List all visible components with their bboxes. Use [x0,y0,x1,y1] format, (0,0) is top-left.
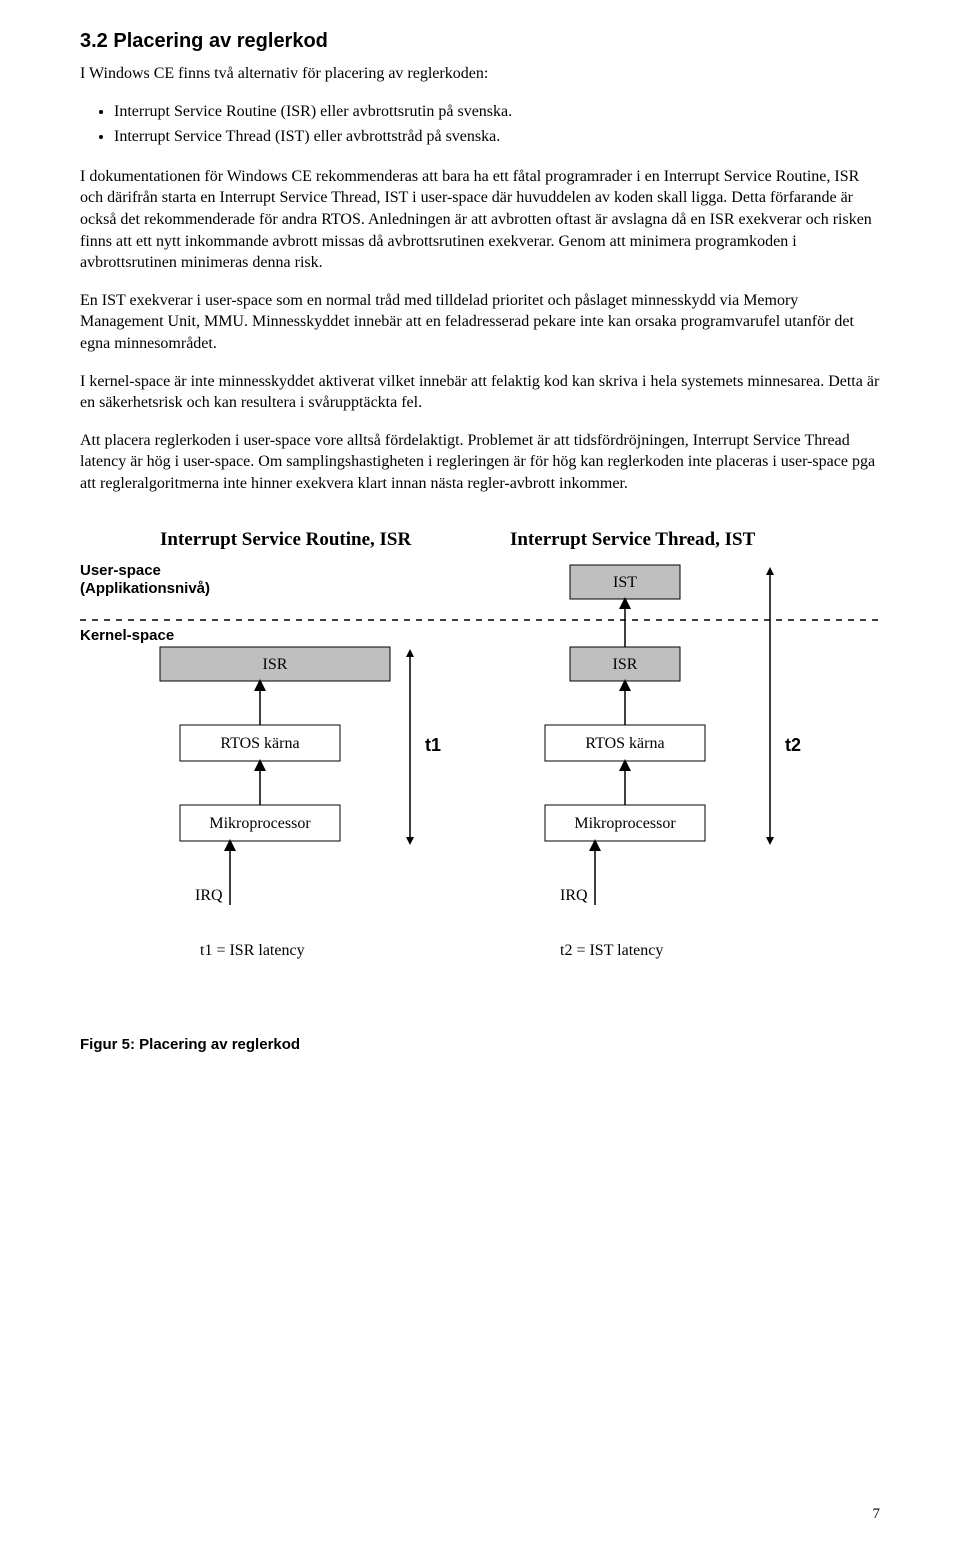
t2-label: t2 [785,735,801,755]
list-item: Interrupt Service Routine (ISR) eller av… [114,101,880,123]
rtos-left-label: RTOS kärna [220,735,299,752]
irq-right-label: IRQ [560,887,588,904]
isr-box-right-label: ISR [613,656,638,673]
isr-box-left-label: ISR [263,656,288,673]
body-paragraph: Att placera reglerkoden i user-space vor… [80,430,880,495]
irq-left-label: IRQ [195,887,223,904]
body-paragraph: I dokumentationen för Windows CE rekomme… [80,166,880,274]
user-space-sublabel: (Applikationsnivå) [80,580,210,597]
kernel-space-label: Kernel-space [80,627,174,644]
intro-paragraph: I Windows CE finns två alternativ för pl… [80,63,880,85]
section-heading: 3.2 Placering av reglerkod [80,28,880,55]
diagram-svg: Interrupt Service Routine, ISR Interrupt… [80,525,880,1005]
user-space-label: User-space [80,562,161,579]
left-column-title: Interrupt Service Routine, ISR [160,529,411,550]
micro-left-label: Mikroprocessor [209,815,311,832]
rtos-right-label: RTOS kärna [585,735,664,752]
page-number: 7 [873,1504,881,1524]
micro-right-label: Mikroprocessor [574,815,676,832]
ist-box-label: IST [613,574,637,591]
figure-diagram: Interrupt Service Routine, ISR Interrupt… [80,525,880,1056]
t2-legend: t2 = IST latency [560,942,663,959]
list-item: Interrupt Service Thread (IST) eller avb… [114,126,880,148]
t1-legend: t1 = ISR latency [200,942,305,959]
body-paragraph: En IST exekverar i user-space som en nor… [80,290,880,355]
right-column-title: Interrupt Service Thread, IST [510,529,756,550]
t1-label: t1 [425,735,441,755]
figure-caption: Figur 5: Placering av reglerkod [80,1035,880,1055]
body-paragraph: I kernel-space är inte minnesskyddet akt… [80,371,880,414]
bullet-list: Interrupt Service Routine (ISR) eller av… [80,101,880,148]
